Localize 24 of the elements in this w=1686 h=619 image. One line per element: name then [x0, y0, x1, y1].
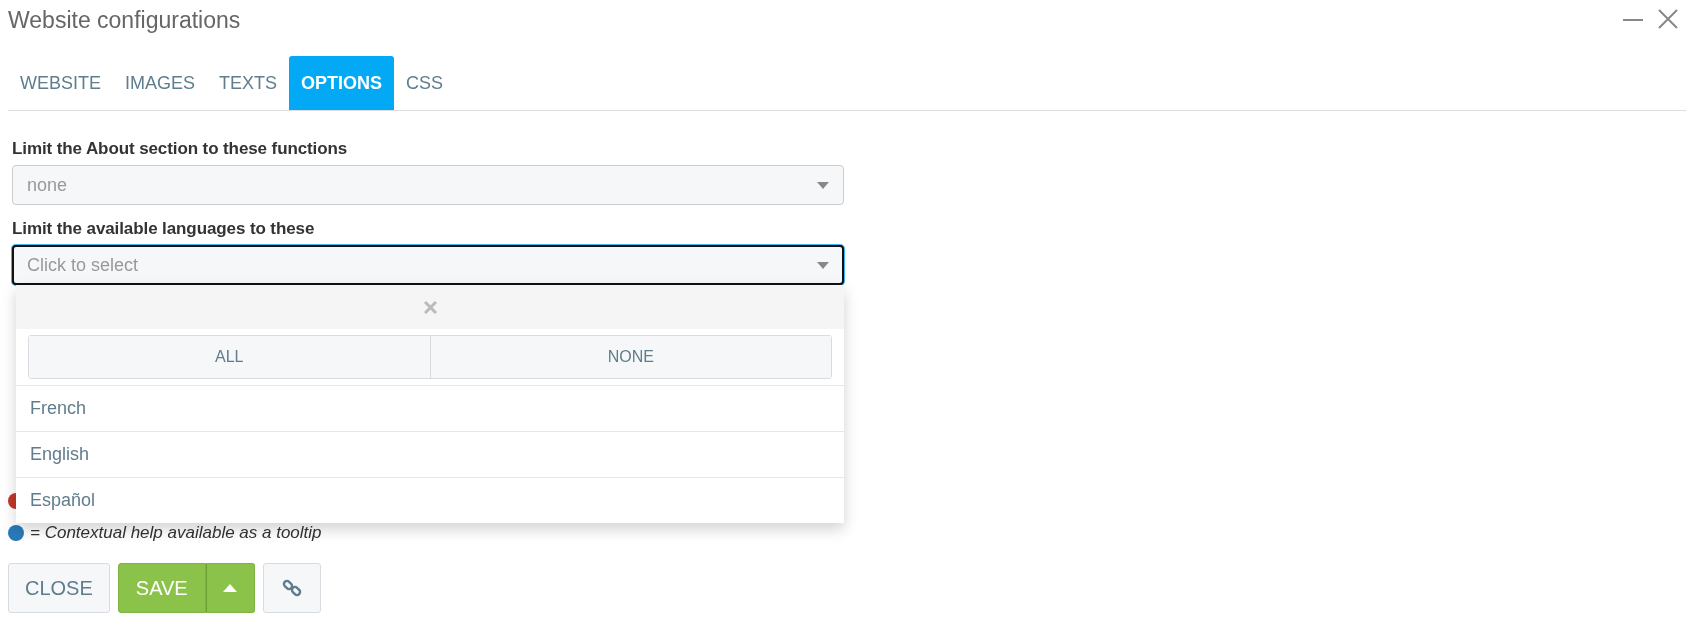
- select-field[interactable]: Click to select: [12, 245, 844, 285]
- tab[interactable]: CSS: [394, 56, 456, 110]
- save-menu-button[interactable]: [205, 563, 255, 613]
- close-button[interactable]: CLOSE: [8, 563, 110, 613]
- tab[interactable]: IMAGES: [113, 56, 208, 110]
- link-button[interactable]: [262, 563, 321, 613]
- dropdown-caret-icon: [817, 181, 829, 189]
- window-title: Website configurations: [8, 6, 242, 34]
- close-icon[interactable]: [1658, 9, 1678, 29]
- dropdown-option[interactable]: Español: [16, 477, 844, 523]
- field-label: Limit the available languages to these: [12, 219, 316, 239]
- select-button[interactable]: ALL: [29, 336, 430, 378]
- tab[interactable]: WEBSITE: [8, 56, 113, 110]
- dropdown-option[interactable]: French: [16, 385, 844, 431]
- select-field[interactable]: none: [12, 165, 844, 205]
- tab[interactable]: OPTIONS: [289, 56, 395, 110]
- link-icon: [281, 578, 302, 598]
- legend-text: = Contextual help available as a tooltip: [30, 523, 322, 543]
- dropdown-caret-icon: [817, 261, 829, 269]
- field-label: Limit the About section to these functions: [12, 139, 349, 159]
- tab[interactable]: TEXTS: [207, 56, 290, 110]
- caret-up-icon: [223, 584, 238, 592]
- dropdown-option[interactable]: English: [16, 431, 844, 477]
- select-button[interactable]: NONE: [429, 336, 831, 378]
